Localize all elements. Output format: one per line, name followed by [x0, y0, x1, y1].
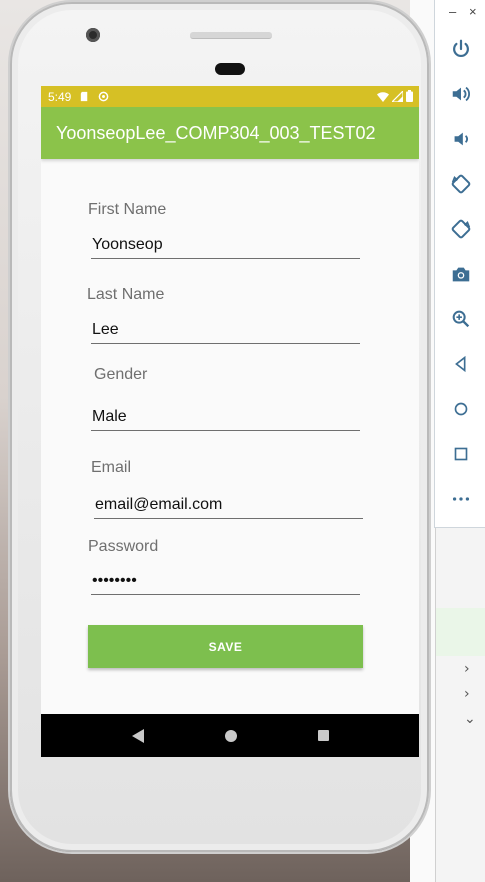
rotate-left-icon: [451, 174, 470, 194]
wifi-icon: [377, 91, 389, 102]
first-name-field[interactable]: [91, 233, 360, 259]
nav-back-icon[interactable]: [131, 728, 144, 743]
gender-input[interactable]: [91, 408, 360, 426]
nav-recents-icon[interactable]: [317, 730, 329, 741]
password-input[interactable]: [91, 572, 360, 590]
gender-label: Gender: [94, 366, 148, 383]
back-button[interactable]: [435, 349, 485, 379]
close-icon[interactable]: ×: [469, 4, 477, 19]
status-right-icons: [377, 90, 413, 102]
password-field[interactable]: [91, 569, 360, 595]
device-screen: 5:49 YoonseopLee_COMP304_003_TEST02 Firs…: [41, 86, 419, 757]
ide-chevron-right-icon[interactable]: ›: [464, 686, 470, 702]
nav-home-icon[interactable]: [224, 729, 237, 742]
device-frame: 5:49 YoonseopLee_COMP304_003_TEST02 Firs…: [10, 2, 429, 852]
overview-button[interactable]: [435, 439, 485, 469]
power-icon: [452, 39, 469, 58]
camera-icon: [452, 267, 469, 282]
ide-chevron-down-icon[interactable]: ⌄: [464, 711, 476, 727]
volume-down-icon: [454, 132, 468, 146]
more-icon: [452, 497, 469, 501]
home-icon: [454, 402, 467, 416]
volume-up-button[interactable]: [435, 79, 485, 109]
app-title: YoonseopLee_COMP304_003_TEST02: [56, 122, 376, 143]
battery-icon: [406, 90, 413, 102]
save-button[interactable]: SAVE: [88, 625, 363, 668]
front-camera: [86, 28, 100, 42]
ide-highlight: [436, 608, 485, 656]
first-name-input[interactable]: [91, 236, 360, 254]
volume-up-icon: [452, 86, 470, 102]
email-input[interactable]: [94, 496, 363, 514]
email-field[interactable]: [94, 493, 363, 519]
minimize-icon[interactable]: –: [449, 4, 456, 19]
password-label: Password: [88, 538, 159, 555]
back-icon: [454, 355, 465, 373]
sd-card-icon: [81, 91, 88, 102]
last-name-input[interactable]: [91, 321, 360, 339]
emulator-toolbar: – ×: [434, 0, 485, 528]
signal-icon: [392, 90, 403, 102]
home-button[interactable]: [435, 394, 485, 424]
first-name-label: First Name: [88, 201, 167, 218]
rotate-left-button[interactable]: [435, 169, 485, 199]
rotate-right-icon: [451, 219, 470, 239]
status-time: 5:49: [48, 89, 72, 104]
navigation-bar: [41, 714, 419, 757]
status-bar: 5:49: [41, 86, 419, 107]
rotate-right-button[interactable]: [435, 214, 485, 244]
app-bar: YoonseopLee_COMP304_003_TEST02: [41, 107, 419, 159]
last-name-label: Last Name: [87, 286, 165, 303]
zoom-button[interactable]: [435, 304, 485, 334]
gender-field[interactable]: [91, 405, 360, 431]
sync-icon: [99, 91, 109, 102]
overview-icon: [454, 447, 467, 461]
more-button[interactable]: [435, 484, 485, 514]
ide-chevron-right-icon[interactable]: ›: [464, 661, 470, 677]
volume-down-button[interactable]: [435, 124, 485, 154]
email-label: Email: [91, 459, 132, 476]
last-name-field[interactable]: [91, 318, 360, 344]
proximity-sensor: [215, 63, 245, 75]
zoom-icon: [452, 310, 469, 328]
power-button[interactable]: [435, 34, 485, 64]
screenshot-button[interactable]: [435, 259, 485, 289]
earpiece-speaker: [190, 32, 272, 39]
